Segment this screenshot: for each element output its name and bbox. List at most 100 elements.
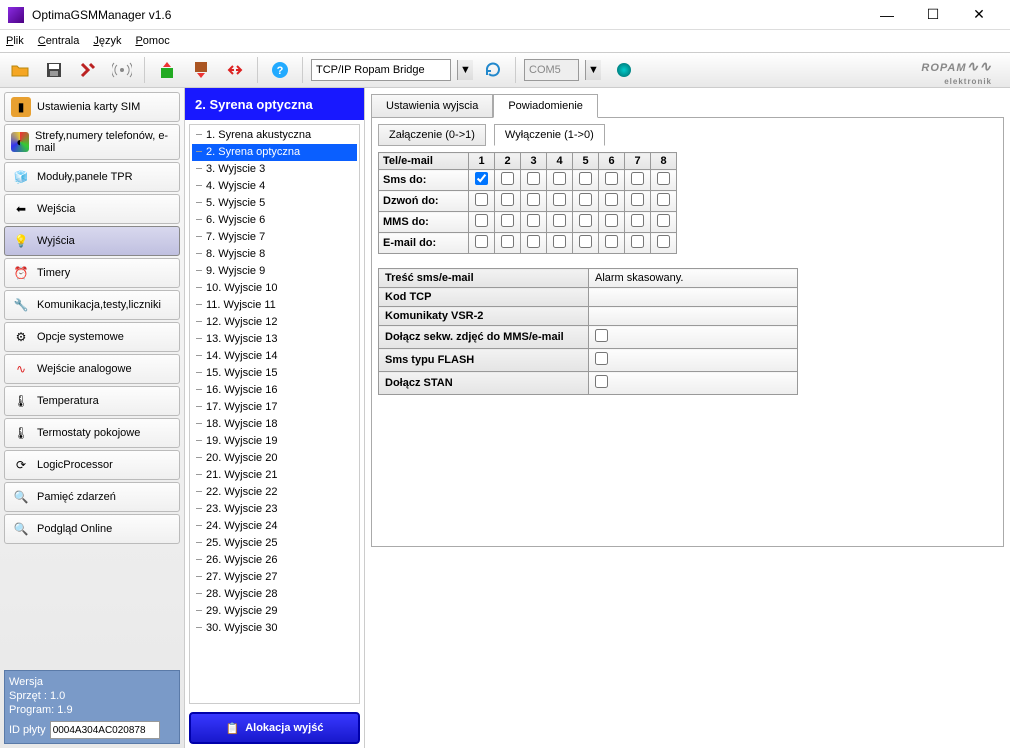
- output-item[interactable]: 21. Wyjscie 21: [192, 467, 357, 484]
- connection-combo[interactable]: TCP/IP Ropam Bridge: [311, 59, 451, 81]
- grid-checkbox[interactable]: [553, 172, 566, 185]
- output-item[interactable]: 14. Wyjscie 14: [192, 348, 357, 365]
- output-item[interactable]: 1. Syrena akustyczna: [192, 127, 357, 144]
- sidebar-item-timers[interactable]: ⏰Timery: [4, 258, 180, 288]
- port-combo[interactable]: COM5: [524, 59, 579, 81]
- output-item[interactable]: 4. Wyjscie 4: [192, 178, 357, 195]
- sidebar-item-thermo[interactable]: 🌡Termostaty pokojowe: [4, 418, 180, 448]
- grid-checkbox[interactable]: [579, 193, 592, 206]
- output-item[interactable]: 27. Wyjscie 27: [192, 569, 357, 586]
- maximize-button[interactable]: ☐: [910, 0, 956, 30]
- disconnect-icon[interactable]: [221, 56, 249, 84]
- grid-checkbox[interactable]: [501, 235, 514, 248]
- grid-checkbox[interactable]: [527, 193, 540, 206]
- output-item[interactable]: 22. Wyjscie 22: [192, 484, 357, 501]
- subtab-off[interactable]: Wyłączenie (1->0): [494, 124, 605, 146]
- flash-checkbox[interactable]: [595, 352, 608, 365]
- grid-checkbox[interactable]: [605, 235, 618, 248]
- grid-checkbox[interactable]: [579, 214, 592, 227]
- upload-icon[interactable]: [153, 56, 181, 84]
- output-item[interactable]: 5. Wyjscie 5: [192, 195, 357, 212]
- grid-checkbox[interactable]: [657, 193, 670, 206]
- output-tree[interactable]: 1. Syrena akustyczna2. Syrena optyczna3.…: [189, 124, 360, 704]
- grid-checkbox[interactable]: [475, 172, 488, 185]
- sms-content-input[interactable]: [595, 272, 791, 284]
- port-combo-arrow[interactable]: ▼: [585, 60, 601, 80]
- hammer-icon[interactable]: [74, 56, 102, 84]
- board-id-field[interactable]: [50, 721, 160, 739]
- grid-checkbox[interactable]: [553, 193, 566, 206]
- output-item[interactable]: 13. Wyjscie 13: [192, 331, 357, 348]
- output-item[interactable]: 19. Wyjscie 19: [192, 433, 357, 450]
- grid-checkbox[interactable]: [631, 214, 644, 227]
- tab-notification[interactable]: Powiadomienie: [493, 94, 598, 118]
- output-item[interactable]: 11. Wyjscie 11: [192, 297, 357, 314]
- grid-checkbox[interactable]: [553, 235, 566, 248]
- output-item[interactable]: 17. Wyjscie 17: [192, 399, 357, 416]
- tab-settings[interactable]: Ustawienia wyjscia: [371, 94, 493, 118]
- grid-checkbox[interactable]: [657, 235, 670, 248]
- output-item[interactable]: 2. Syrena optyczna: [192, 144, 357, 161]
- sidebar-item-inputs[interactable]: ⬅Wejścia: [4, 194, 180, 224]
- grid-checkbox[interactable]: [579, 235, 592, 248]
- output-item[interactable]: 7. Wyjscie 7: [192, 229, 357, 246]
- menu-plik[interactable]: Plik: [6, 35, 24, 47]
- sidebar-item-system[interactable]: ⚙Opcje systemowe: [4, 322, 180, 352]
- sidebar-item-logic[interactable]: ⟳LogicProcessor: [4, 450, 180, 480]
- grid-checkbox[interactable]: [527, 172, 540, 185]
- grid-checkbox[interactable]: [631, 172, 644, 185]
- output-item[interactable]: 10. Wyjscie 10: [192, 280, 357, 297]
- output-item[interactable]: 8. Wyjscie 8: [192, 246, 357, 263]
- sidebar-item-outputs[interactable]: 💡Wyjścia: [4, 226, 180, 256]
- output-item[interactable]: 15. Wyjscie 15: [192, 365, 357, 382]
- grid-checkbox[interactable]: [553, 214, 566, 227]
- close-button[interactable]: ✕: [956, 0, 1002, 30]
- output-item[interactable]: 9. Wyjscie 9: [192, 263, 357, 280]
- grid-checkbox[interactable]: [501, 214, 514, 227]
- grid-checkbox[interactable]: [527, 235, 540, 248]
- grid-checkbox[interactable]: [475, 193, 488, 206]
- sidebar-item-sim[interactable]: ▮Ustawienia karty SIM: [4, 92, 180, 122]
- grid-checkbox[interactable]: [631, 193, 644, 206]
- grid-checkbox[interactable]: [501, 193, 514, 206]
- output-item[interactable]: 20. Wyjscie 20: [192, 450, 357, 467]
- grid-checkbox[interactable]: [501, 172, 514, 185]
- output-item[interactable]: 6. Wyjscie 6: [192, 212, 357, 229]
- grid-checkbox[interactable]: [475, 214, 488, 227]
- mms-seq-checkbox[interactable]: [595, 329, 608, 342]
- output-item[interactable]: 3. Wyjscie 3: [192, 161, 357, 178]
- menu-centrala[interactable]: Centrala: [38, 35, 80, 47]
- sidebar-item-comm[interactable]: 🔧Komunikacja,testy,liczniki: [4, 290, 180, 320]
- grid-checkbox[interactable]: [579, 172, 592, 185]
- save-icon[interactable]: [40, 56, 68, 84]
- grid-checkbox[interactable]: [605, 172, 618, 185]
- help-icon[interactable]: ?: [266, 56, 294, 84]
- grid-checkbox[interactable]: [605, 193, 618, 206]
- grid-checkbox[interactable]: [657, 172, 670, 185]
- sidebar-item-analog[interactable]: ∿Wejście analogowe: [4, 354, 180, 384]
- grid-checkbox[interactable]: [475, 235, 488, 248]
- grid-checkbox[interactable]: [527, 214, 540, 227]
- output-item[interactable]: 29. Wyjscie 29: [192, 603, 357, 620]
- grid-checkbox[interactable]: [657, 214, 670, 227]
- sidebar-item-events[interactable]: 🔍Pamięć zdarzeń: [4, 482, 180, 512]
- output-item[interactable]: 30. Wyjscie 30: [192, 620, 357, 637]
- output-item[interactable]: 24. Wyjscie 24: [192, 518, 357, 535]
- sidebar-item-modules[interactable]: 🧊Moduły,panele TPR: [4, 162, 180, 192]
- output-item[interactable]: 18. Wyjscie 18: [192, 416, 357, 433]
- output-item[interactable]: 16. Wyjscie 16: [192, 382, 357, 399]
- menu-pomoc[interactable]: Pomoc: [135, 35, 169, 47]
- grid-checkbox[interactable]: [605, 214, 618, 227]
- connection-combo-arrow[interactable]: ▼: [457, 60, 473, 80]
- open-icon[interactable]: [6, 56, 34, 84]
- subtab-on[interactable]: Załączenie (0->1): [378, 124, 486, 146]
- output-item[interactable]: 25. Wyjscie 25: [192, 535, 357, 552]
- output-item[interactable]: 23. Wyjscie 23: [192, 501, 357, 518]
- output-item[interactable]: 26. Wyjscie 26: [192, 552, 357, 569]
- sidebar-item-zones[interactable]: ◐Strefy,numery telefonów, e-mail: [4, 124, 180, 160]
- download-icon[interactable]: [187, 56, 215, 84]
- output-item[interactable]: 12. Wyjscie 12: [192, 314, 357, 331]
- output-item[interactable]: 28. Wyjscie 28: [192, 586, 357, 603]
- antenna-icon[interactable]: [108, 56, 136, 84]
- sidebar-item-temp[interactable]: 🌡Temperatura: [4, 386, 180, 416]
